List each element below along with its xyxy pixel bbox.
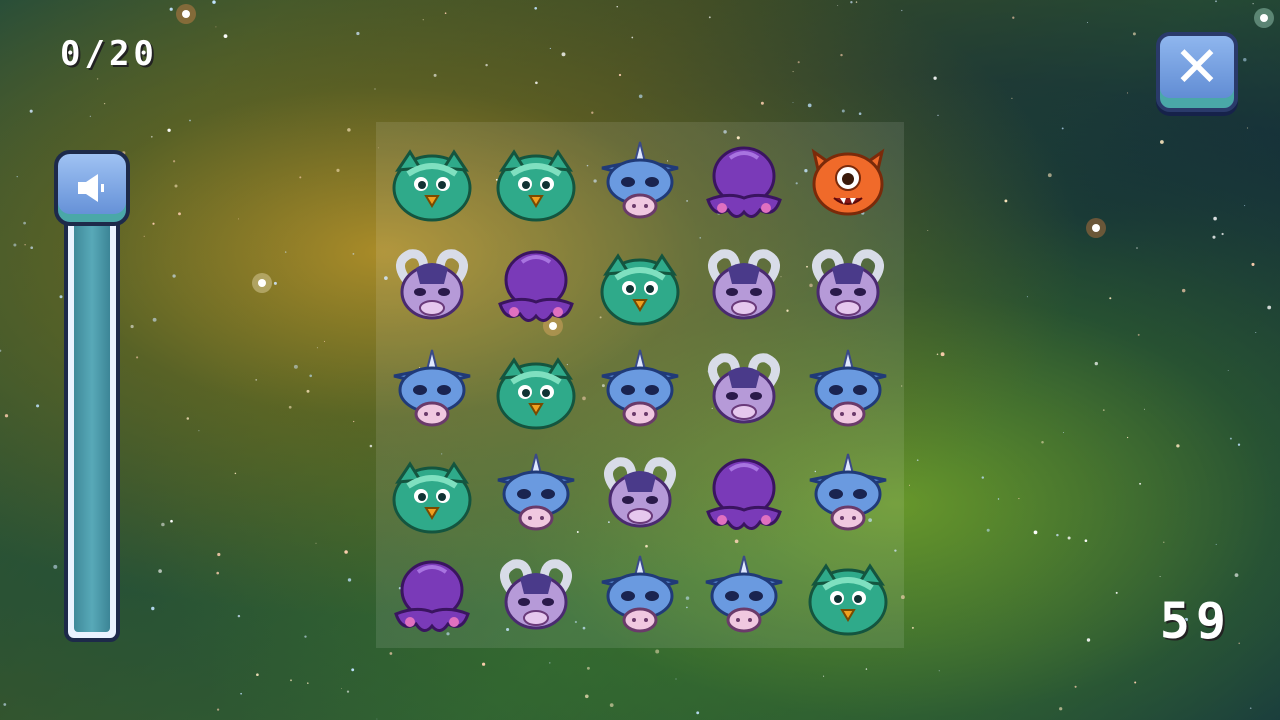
card-purple-ram-monster[interactable] bbox=[804, 242, 892, 330]
volume-track[interactable] bbox=[64, 186, 120, 642]
purple-ram-monster-icon bbox=[500, 559, 572, 630]
blue-unicorn-monster-icon bbox=[705, 555, 783, 633]
card-blue-unicorn-monster[interactable] bbox=[700, 552, 788, 640]
card-blue-unicorn-monster[interactable] bbox=[388, 346, 476, 434]
card-blue-unicorn-monster[interactable] bbox=[492, 450, 580, 538]
card-green-owl-monster[interactable] bbox=[388, 450, 476, 538]
blue-unicorn-monster-icon bbox=[809, 349, 887, 427]
card-blue-unicorn-monster[interactable] bbox=[596, 138, 684, 226]
blue-unicorn-monster-icon bbox=[601, 555, 679, 633]
blue-unicorn-monster-icon bbox=[393, 349, 471, 427]
card-purple-ram-monster[interactable] bbox=[492, 552, 580, 640]
purple-ram-monster-icon bbox=[812, 249, 884, 320]
blue-unicorn-monster-icon bbox=[497, 453, 575, 531]
purple-octopus-monster-icon bbox=[394, 560, 470, 632]
card-green-owl-monster[interactable] bbox=[492, 346, 580, 434]
purple-octopus-monster-icon bbox=[498, 250, 574, 322]
purple-ram-monster-icon bbox=[708, 353, 780, 424]
speaker-icon bbox=[78, 174, 104, 202]
blue-unicorn-monster-icon bbox=[809, 453, 887, 531]
card-purple-ram-monster[interactable] bbox=[700, 346, 788, 434]
card-purple-octopus-monster[interactable] bbox=[700, 138, 788, 226]
close-icon: ✕ bbox=[1173, 35, 1221, 100]
card-green-owl-monster[interactable] bbox=[492, 138, 580, 226]
card-purple-ram-monster[interactable] bbox=[388, 242, 476, 330]
pairs-counter: 0/20 bbox=[60, 34, 158, 74]
card-blue-unicorn-monster[interactable] bbox=[596, 346, 684, 434]
purple-octopus-monster-icon bbox=[706, 458, 782, 530]
card-purple-ram-monster[interactable] bbox=[700, 242, 788, 330]
green-owl-monster-icon bbox=[600, 253, 680, 326]
green-owl-monster-icon bbox=[392, 461, 472, 534]
green-owl-monster-icon bbox=[496, 357, 576, 430]
blue-unicorn-monster-icon bbox=[601, 141, 679, 219]
card-purple-ram-monster[interactable] bbox=[596, 450, 684, 538]
card-green-owl-monster[interactable] bbox=[804, 552, 892, 640]
purple-ram-monster-icon bbox=[708, 249, 780, 320]
orange-cyclops-cat-monster-icon bbox=[811, 148, 885, 216]
card-blue-unicorn-monster[interactable] bbox=[596, 552, 684, 640]
close-button[interactable]: ✕ bbox=[1156, 32, 1238, 112]
purple-ram-monster-icon bbox=[604, 457, 676, 528]
volume-knob[interactable] bbox=[54, 150, 130, 226]
volume-fill bbox=[74, 197, 110, 632]
card-green-owl-monster[interactable] bbox=[596, 242, 684, 330]
volume-slider[interactable] bbox=[54, 150, 130, 644]
game-board bbox=[376, 122, 904, 648]
green-owl-monster-icon bbox=[496, 149, 576, 222]
card-purple-octopus-monster[interactable] bbox=[700, 450, 788, 538]
countdown-timer: 59 bbox=[1159, 592, 1232, 650]
card-purple-octopus-monster[interactable] bbox=[388, 552, 476, 640]
card-purple-octopus-monster[interactable] bbox=[492, 242, 580, 330]
blue-unicorn-monster-icon bbox=[601, 349, 679, 427]
green-owl-monster-icon bbox=[808, 563, 888, 636]
purple-ram-monster-icon bbox=[396, 249, 468, 320]
green-owl-monster-icon bbox=[392, 149, 472, 222]
purple-octopus-monster-icon bbox=[706, 146, 782, 218]
card-green-owl-monster[interactable] bbox=[388, 138, 476, 226]
card-blue-unicorn-monster[interactable] bbox=[804, 346, 892, 434]
card-orange-cyclops-cat-monster[interactable] bbox=[804, 138, 892, 226]
card-blue-unicorn-monster[interactable] bbox=[804, 450, 892, 538]
